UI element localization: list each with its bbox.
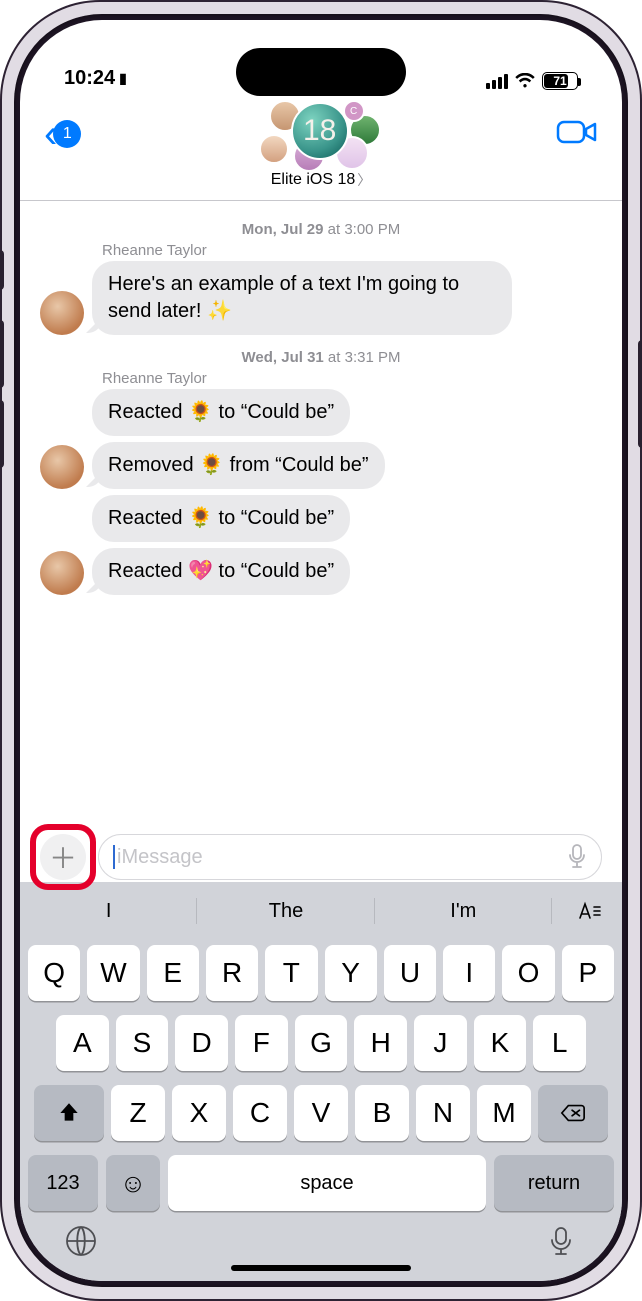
cellular-icon: [486, 74, 508, 89]
key-p[interactable]: P: [562, 945, 614, 1001]
text-format-button[interactable]: [552, 884, 622, 938]
plus-icon: ＋: [49, 837, 77, 877]
key-g[interactable]: G: [295, 1015, 348, 1071]
shift-icon: [56, 1100, 82, 1126]
dictate-icon[interactable]: [567, 844, 587, 870]
text-caret: [113, 845, 115, 869]
key-w[interactable]: W: [87, 945, 139, 1001]
key-f[interactable]: F: [235, 1015, 288, 1071]
suggestion[interactable]: The: [197, 884, 374, 938]
compose-bar: ＋ iMessage: [20, 826, 622, 882]
key-u[interactable]: U: [384, 945, 436, 1001]
chat-name-label: Elite iOS 18: [271, 171, 355, 189]
sender-label: Rheanne Taylor: [102, 370, 602, 387]
suggestion[interactable]: I: [20, 884, 197, 938]
chevron-right-icon: 〉: [357, 170, 371, 190]
message-thread[interactable]: Mon, Jul 29 at 3:00 PM Rheanne Taylor He…: [20, 201, 622, 826]
key-x[interactable]: X: [172, 1085, 226, 1141]
message-bubble[interactable]: Removed 🌻 from “Could be”: [92, 442, 385, 489]
emoji-key[interactable]: ☺: [106, 1155, 160, 1211]
key-m[interactable]: M: [477, 1085, 531, 1141]
timestamp: Mon, Jul 29 at 3:00 PM: [40, 221, 602, 238]
sender-avatar[interactable]: [40, 445, 84, 489]
key-s[interactable]: S: [116, 1015, 169, 1071]
message-bubble[interactable]: Here's an example of a text I'm going to…: [92, 261, 512, 335]
keyboard: I The I'm Q W E R T Y U I O: [20, 882, 622, 1281]
focus-icon: ▮: [119, 70, 127, 87]
shift-key[interactable]: [34, 1085, 104, 1141]
video-icon: [556, 118, 598, 146]
wifi-icon: [514, 73, 536, 89]
space-key[interactable]: space: [168, 1155, 486, 1211]
key-a[interactable]: A: [56, 1015, 109, 1071]
back-button[interactable]: ‹ 1: [44, 114, 81, 154]
plus-button[interactable]: ＋: [40, 834, 86, 880]
dynamic-island: [236, 48, 406, 96]
home-indicator[interactable]: [231, 1265, 411, 1271]
key-l[interactable]: L: [533, 1015, 586, 1071]
message-row: Here's an example of a text I'm going to…: [40, 261, 602, 335]
key-v[interactable]: V: [294, 1085, 348, 1141]
message-bubble[interactable]: Reacted 💖 to “Could be”: [92, 548, 350, 595]
group-main-avatar: 18: [291, 102, 349, 160]
input-placeholder: iMessage: [117, 846, 203, 869]
key-c[interactable]: C: [233, 1085, 287, 1141]
status-time: 10:24: [64, 67, 115, 90]
key-h[interactable]: H: [354, 1015, 407, 1071]
facetime-button[interactable]: [556, 118, 598, 151]
text-format-icon: [573, 900, 601, 922]
suggestion-bar: I The I'm: [20, 884, 622, 938]
globe-button[interactable]: [64, 1224, 98, 1263]
suggestion[interactable]: I'm: [375, 884, 552, 938]
key-z[interactable]: Z: [111, 1085, 165, 1141]
globe-icon: [64, 1224, 98, 1258]
message-bubble[interactable]: Reacted 🌻 to “Could be”: [92, 495, 350, 542]
key-b[interactable]: B: [355, 1085, 409, 1141]
key-y[interactable]: Y: [325, 945, 377, 1001]
volume-down-button: [0, 400, 4, 468]
mic-icon: [544, 1224, 578, 1258]
sender-avatar[interactable]: [40, 551, 84, 595]
key-r[interactable]: R: [206, 945, 258, 1001]
numbers-key[interactable]: 123: [28, 1155, 98, 1211]
key-n[interactable]: N: [416, 1085, 470, 1141]
unread-badge: 1: [53, 120, 81, 148]
message-bubble[interactable]: Reacted 🌻 to “Could be”: [92, 389, 350, 436]
key-i[interactable]: I: [443, 945, 495, 1001]
key-e[interactable]: E: [147, 945, 199, 1001]
power-button: [638, 340, 642, 448]
timestamp: Wed, Jul 31 at 3:31 PM: [40, 349, 602, 366]
iphone-frame: 10:24 ▮ 71 ‹ 1: [0, 0, 642, 1301]
key-d[interactable]: D: [175, 1015, 228, 1071]
chat-name-button[interactable]: Elite iOS 18 〉: [271, 170, 371, 190]
sender-label: Rheanne Taylor: [102, 242, 602, 259]
return-key[interactable]: return: [494, 1155, 614, 1211]
backspace-icon: [560, 1100, 586, 1126]
volume-up-button: [0, 320, 4, 388]
conversation-header: ‹ 1 18 C: [20, 94, 622, 201]
emoji-icon: ☺: [120, 1168, 147, 1199]
group-member-avatar: [259, 134, 289, 164]
key-j[interactable]: J: [414, 1015, 467, 1071]
dictation-button[interactable]: [544, 1224, 578, 1263]
key-o[interactable]: O: [502, 945, 554, 1001]
message-input[interactable]: iMessage: [98, 834, 602, 880]
key-q[interactable]: Q: [28, 945, 80, 1001]
sender-avatar[interactable]: [40, 291, 84, 335]
key-k[interactable]: K: [474, 1015, 527, 1071]
group-avatar[interactable]: 18 C: [239, 100, 399, 168]
key-t[interactable]: T: [265, 945, 317, 1001]
delete-key[interactable]: [538, 1085, 608, 1141]
battery-icon: 71: [542, 72, 578, 90]
side-button: [0, 250, 4, 290]
